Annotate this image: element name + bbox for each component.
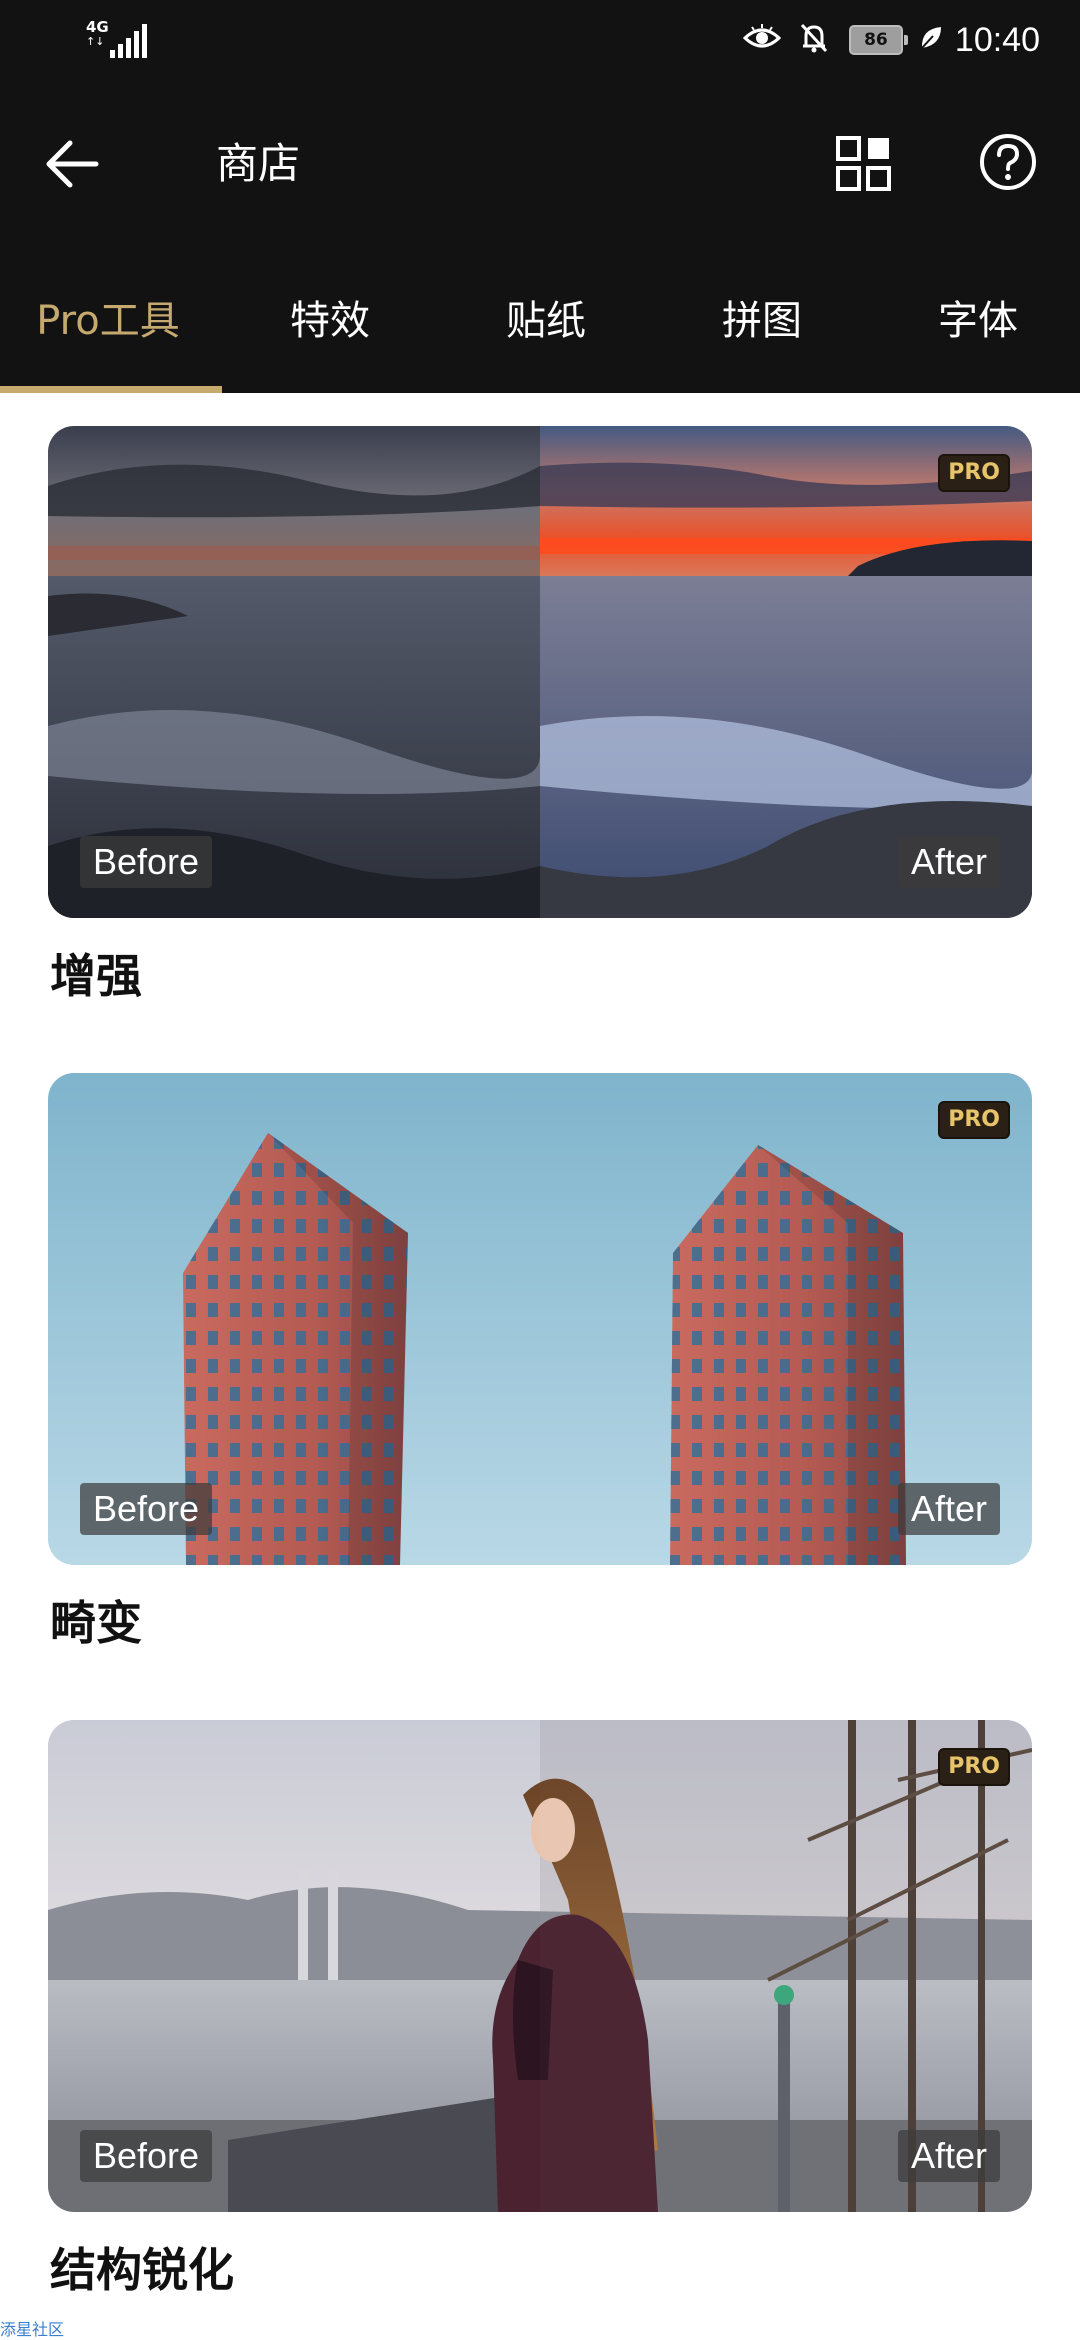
tab-fonts[interactable]: 字体	[870, 250, 1080, 393]
app-bar: 商店	[0, 80, 1080, 250]
leaf-icon	[919, 25, 943, 55]
after-label: After	[897, 1483, 1000, 1535]
tool-card-structure-sharpen[interactable]: PRO Before After 结构锐化	[48, 1720, 1032, 2310]
pro-badge: PRO	[938, 1748, 1010, 1786]
back-button[interactable]	[40, 132, 104, 196]
network-type: 4G	[86, 18, 109, 36]
eye-comfort-icon	[742, 24, 782, 56]
tab-collage[interactable]: 拼图	[654, 250, 870, 393]
before-after-image[interactable]: PRO Before After	[48, 1073, 1032, 1565]
network-activity: ↑↓	[86, 35, 105, 48]
arrow-left-icon	[46, 140, 99, 188]
status-bar: 4G ↑↓ 86 10:40	[0, 0, 1080, 80]
signal-bar-icon	[126, 38, 131, 58]
tab-indicator	[0, 386, 222, 393]
page-title: 商店	[216, 139, 301, 188]
tool-card-distortion[interactable]: PRO Before After 畸变	[48, 1073, 1032, 1663]
pro-badge: PRO	[938, 1101, 1010, 1139]
tab-pro-tools[interactable]: Pro工具	[0, 250, 216, 393]
battery-indicator: 86	[848, 25, 908, 55]
card-title: 增强	[50, 949, 142, 1003]
help-button[interactable]	[978, 132, 1038, 192]
category-tabs: Pro工具 特效 贴纸 拼图 字体	[0, 250, 1080, 393]
card-title: 结构锐化	[50, 2243, 234, 2297]
after-label: After	[897, 836, 1000, 888]
signal-bar-icon	[110, 50, 115, 58]
signal-indicator: 4G ↑↓	[86, 18, 147, 58]
tab-stickers[interactable]: 贴纸	[438, 250, 654, 393]
signal-bar-icon	[134, 31, 139, 58]
pro-badge: PRO	[938, 454, 1010, 492]
bell-muted-icon	[799, 22, 829, 58]
signal-bar-icon	[118, 44, 123, 58]
before-after-image[interactable]: PRO Before After	[48, 1720, 1032, 2212]
before-label: Before	[80, 2130, 213, 2182]
before-label: Before	[80, 836, 213, 888]
grid-icon	[836, 136, 891, 191]
watermark-text: 添星社区	[0, 2320, 65, 2339]
signal-bar-icon	[142, 24, 147, 58]
help-icon	[980, 134, 1036, 190]
tool-card-enhance[interactable]: PRO Before After 增强	[48, 426, 1032, 1016]
after-label: After	[897, 2130, 1000, 2182]
tab-effects[interactable]: 特效	[222, 250, 438, 393]
before-after-image[interactable]: PRO Before After	[48, 426, 1032, 918]
card-title: 畸变	[50, 1596, 142, 1650]
grid-view-button[interactable]	[832, 132, 896, 196]
before-label: Before	[80, 1483, 213, 1535]
status-time: 10:40	[954, 20, 1040, 59]
